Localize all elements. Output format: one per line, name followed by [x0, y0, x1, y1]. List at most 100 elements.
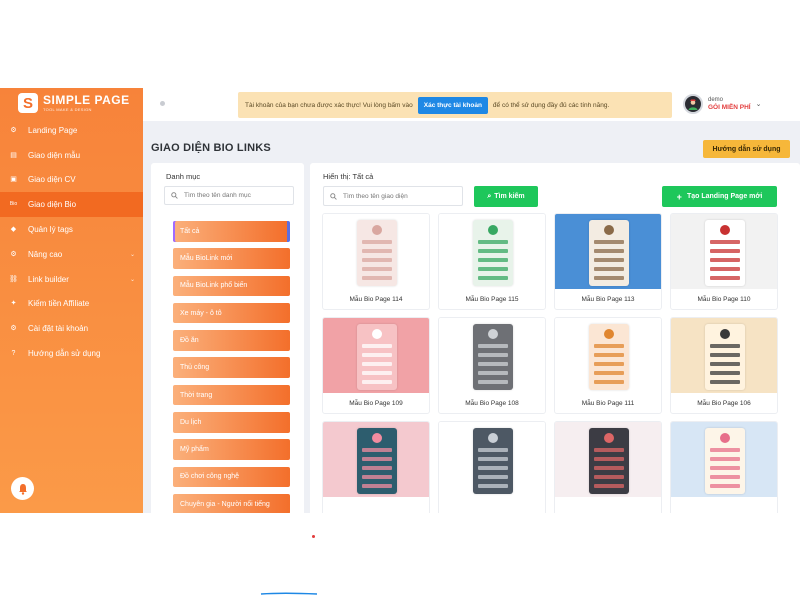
search-button-label: Tìm kiếm: [494, 193, 525, 200]
category-item[interactable]: Mẫu BioLink mới: [173, 248, 290, 269]
category-list: Tất cả Mẫu BioLink mới Mẫu BioLink phổ biế…: [173, 221, 290, 513]
preview-block: [362, 484, 392, 488]
template-thumbnail: [671, 214, 777, 289]
template-caption: Mẫu Bio Page 108: [465, 399, 519, 407]
sidebar-item[interactable]: ⚙ Nâng cao ⌄: [0, 242, 143, 267]
create-landing-page-button[interactable]: + Tạo Landing Page mới: [662, 186, 777, 207]
preview-block: [710, 466, 740, 470]
sidebar-item-label: Cài đặt tài khoản: [28, 324, 89, 334]
verify-account-button[interactable]: Xác thực tài khoản: [417, 96, 488, 114]
template-thumbnail: [323, 318, 429, 393]
avatar[interactable]: [683, 94, 703, 114]
phone-preview: [473, 220, 513, 286]
template-thumbnail: [555, 214, 661, 289]
phone-preview: [589, 324, 629, 390]
template-card[interactable]: Mẫu Bio Page 114: [322, 213, 430, 310]
sidebar-item[interactable]: Bio Giao diện Bio: [0, 192, 143, 218]
decorative-dot: [312, 535, 315, 538]
link-icon: ⛓: [9, 275, 18, 283]
preview-block: [594, 249, 624, 253]
create-button-label: Tạo Landing Page mới: [686, 193, 763, 200]
template-card[interactable]: [322, 421, 430, 513]
template-caption: Mẫu Bio Page 110: [697, 295, 751, 303]
preview-block: [478, 362, 508, 366]
template-search-box[interactable]: [323, 186, 463, 206]
search-button[interactable]: ⌕ Tìm kiếm: [474, 186, 538, 207]
preview-block: [594, 484, 624, 488]
chevron-down-icon: ⌄: [755, 101, 762, 108]
sidebar-item[interactable]: ✦ Kiếm tiền Affiliate: [0, 292, 143, 317]
preview-block: [478, 448, 508, 452]
template-thumbnail: [323, 214, 429, 289]
template-thumbnail: [439, 214, 545, 289]
category-item[interactable]: Chuyên gia - Người nổi tiếng: [173, 493, 290, 513]
preview-block: [594, 466, 624, 470]
category-search-box[interactable]: [164, 186, 294, 205]
category-item[interactable]: Thời trang: [173, 384, 290, 406]
preview-block: [362, 466, 392, 470]
brand-name: SIMPLE PAGE: [43, 93, 130, 107]
alert-text-after: để có thể sử dụng đầy đủ các tính năng.: [492, 101, 610, 109]
preview-block: [710, 240, 740, 244]
preview-block: [478, 240, 508, 244]
template-card[interactable]: [670, 421, 778, 513]
template-thumbnail: [439, 318, 545, 393]
preview-block: [478, 276, 508, 280]
preview-block: [478, 475, 508, 479]
preview-block: [362, 267, 392, 271]
sidebar-item-label: Quản lý tags: [28, 225, 73, 235]
template-thumbnail: [555, 422, 661, 497]
menu-toggle-button[interactable]: [160, 101, 165, 106]
template-card[interactable]: Mẫu Bio Page 111: [554, 317, 662, 414]
user-guide-button[interactable]: Hướng dẫn sử dụng: [703, 140, 790, 158]
category-search-input[interactable]: [184, 192, 284, 199]
template-card[interactable]: Mẫu Bio Page 108: [438, 317, 546, 414]
preview-block: [478, 371, 508, 375]
template-search-input[interactable]: [343, 192, 453, 200]
preview-block: [594, 457, 624, 461]
preview-avatar: [372, 225, 382, 235]
phone-preview: [705, 324, 745, 390]
category-item[interactable]: Đồ chơi công nghệ: [173, 466, 290, 488]
template-card[interactable]: Mẫu Bio Page 115: [438, 213, 546, 310]
template-grid-panel: Hiển thị: Tất cả ⌕ Tìm kiếm + Tạo Landin…: [310, 163, 800, 513]
phone-preview: [705, 220, 745, 286]
bell-icon: [18, 483, 27, 495]
user-plan-badge: GÓI MIỄN PHÍ: [708, 103, 751, 111]
sidebar-item[interactable]: ? Hướng dẫn sử dụng: [0, 341, 143, 366]
sidebar-item[interactable]: ▤ Giao diện mẫu: [0, 143, 143, 168]
user-menu[interactable]: demo GÓI MIỄN PHÍ ⌄: [683, 94, 762, 114]
sidebar-item-label: Kiếm tiền Affiliate: [28, 299, 90, 309]
sidebar-item[interactable]: ⛓ Link builder ⌄: [0, 267, 143, 292]
search-icon: [330, 192, 337, 200]
category-item[interactable]: Thủ công: [173, 357, 290, 378]
template-card[interactable]: Mẫu Bio Page 110: [670, 213, 778, 310]
preview-block: [362, 475, 392, 479]
sidebar-item[interactable]: ⚙ Cài đặt tài khoản: [0, 316, 143, 341]
template-thumbnail: [671, 318, 777, 393]
category-item[interactable]: Mẫu BioLink phổ biến: [173, 275, 290, 297]
brand-logo[interactable]: S SIMPLE PAGE TOOL MAKE & DESIGN: [0, 88, 143, 118]
sidebar-item-label: Giao diện mẫu: [28, 150, 81, 160]
category-item[interactable]: Du lịch: [173, 412, 290, 433]
template-card[interactable]: Mẫu Bio Page 113: [554, 213, 662, 310]
category-item[interactable]: Đồ ăn: [173, 330, 290, 351]
category-item[interactable]: Tất cả: [173, 221, 290, 242]
template-card[interactable]: Mẫu Bio Page 106: [670, 317, 778, 414]
sidebar-item[interactable]: ◆ Quản lý tags: [0, 217, 143, 242]
template-thumbnail: [555, 318, 661, 393]
settings-icon: ⚙: [10, 325, 17, 333]
template-card[interactable]: Mẫu Bio Page 109: [322, 317, 430, 414]
filter-label: Hiển thị: Tất cả: [323, 172, 374, 181]
preview-block: [710, 380, 740, 384]
template-card[interactable]: [438, 421, 546, 513]
preview-block: [594, 344, 624, 348]
preview-block: [710, 475, 740, 479]
category-item[interactable]: Xe máy - ô tô: [173, 302, 290, 324]
sidebar-item[interactable]: ⚙ Landing Page: [0, 118, 143, 143]
sidebar-item[interactable]: ▣ Giao diện CV: [0, 168, 143, 193]
category-item[interactable]: Mỹ phẩm: [173, 439, 290, 460]
template-thumbnail: [323, 422, 429, 497]
notification-bell-button[interactable]: [11, 477, 34, 500]
template-card[interactable]: [554, 421, 662, 513]
